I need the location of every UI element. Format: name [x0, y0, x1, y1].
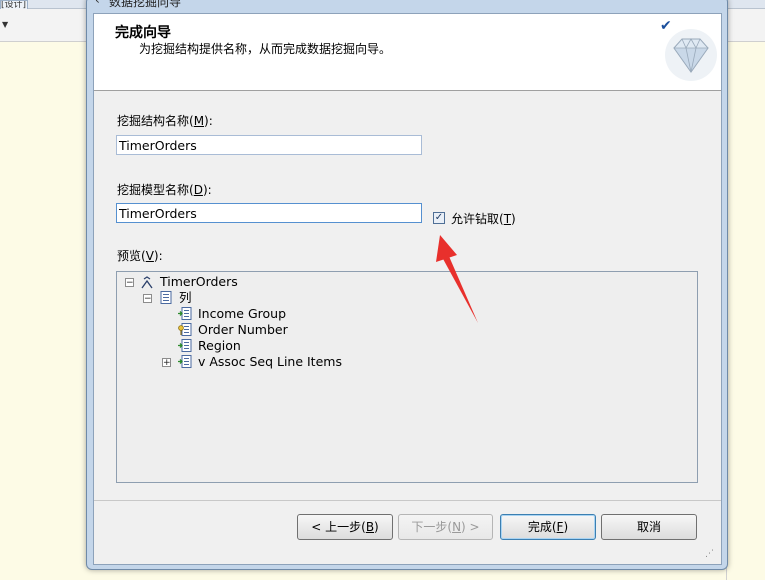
mining-structure-icon [141, 276, 153, 289]
structure-name-input[interactable]: TimerOrders [116, 135, 422, 155]
footer-divider [94, 500, 721, 501]
diamond-icon [665, 29, 717, 81]
nested-table-icon [178, 355, 192, 368]
dialog-titlebar[interactable]: ‹ 数据挖掘向导 [87, 0, 727, 13]
model-name-input[interactable]: TimerOrders [116, 203, 422, 223]
header-title: 完成向导 [115, 25, 171, 41]
tree-item-order-number[interactable]: Order Number [198, 322, 288, 338]
dialog-title: 数据挖掘向导 [109, 0, 182, 9]
header-subtitle: 为挖掘结构提供名称，从而完成数据挖掘向导。 [139, 42, 392, 56]
allow-drillthrough-checkbox[interactable]: ✓ [433, 212, 445, 224]
model-name-label: 挖掘模型名称(D): [117, 183, 212, 197]
data-mining-wizard-dialog: ‹ 数据挖掘向导 完成向导 为挖掘结构提供名称，从而完成数据挖掘向导。 ✔ 挖掘… [86, 0, 728, 570]
back-button[interactable]: < 上一步(B) [297, 514, 393, 540]
columns-folder-icon [160, 291, 172, 304]
allow-drillthrough-label[interactable]: 允许钻取(T) [451, 210, 516, 227]
structure-name-label: 挖掘结构名称(M): [117, 114, 213, 128]
key-column-icon [178, 323, 192, 336]
wizard-icon: ‹ [95, 0, 100, 7]
tree-item-region[interactable]: Region [198, 338, 241, 354]
next-button[interactable]: 下一步(N) > [398, 514, 493, 540]
tree-columns-label[interactable]: 列 [179, 290, 192, 306]
resize-grip-icon[interactable]: ⋰ [705, 549, 714, 559]
wizard-header: 完成向导 为挖掘结构提供名称，从而完成数据挖掘向导。 ✔ [94, 14, 721, 91]
collapse-toggle-icon[interactable]: − [125, 278, 134, 288]
dropdown-arrow-icon[interactable]: ▼ [2, 20, 8, 29]
preview-label: 预览(V): [117, 249, 163, 263]
expand-toggle-icon[interactable]: + [162, 358, 171, 368]
input-column-icon [178, 307, 192, 320]
tree-root-label[interactable]: TimerOrders [160, 274, 238, 290]
collapse-toggle-icon[interactable]: − [143, 294, 152, 304]
dialog-client-area: 完成向导 为挖掘结构提供名称，从而完成数据挖掘向导。 ✔ 挖掘结构名称(M): … [93, 13, 722, 565]
tree-item-v-assoc-seq-line-items[interactable]: v Assoc Seq Line Items [198, 354, 342, 370]
tree-item-income-group[interactable]: Income Group [198, 306, 286, 322]
input-column-icon [178, 339, 192, 352]
preview-tree[interactable]: − TimerOrders − 列 Income Group Order Num… [116, 271, 698, 483]
finish-button[interactable]: 完成(F) [500, 514, 596, 540]
cancel-button[interactable]: 取消 [601, 514, 697, 540]
